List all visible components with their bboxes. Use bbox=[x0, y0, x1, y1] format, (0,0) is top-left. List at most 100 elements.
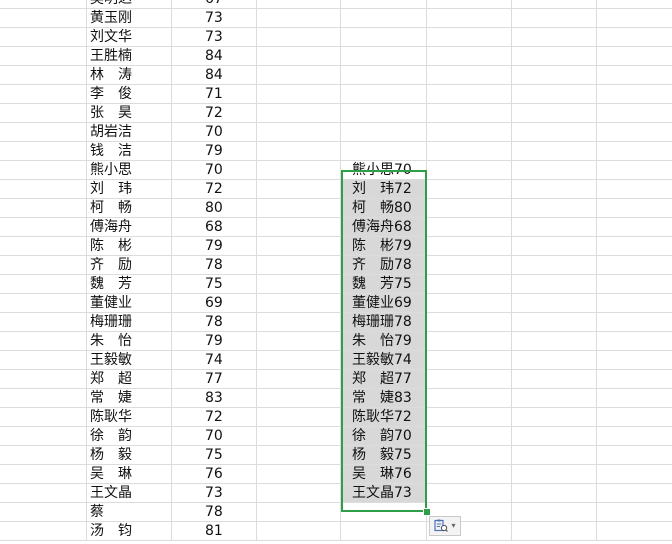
empty-cell[interactable] bbox=[257, 161, 341, 180]
score-cell[interactable]: 76 bbox=[172, 465, 257, 484]
empty-cell[interactable] bbox=[257, 427, 341, 446]
score-cell[interactable]: 74 bbox=[172, 351, 257, 370]
name-cell[interactable]: 董健业 bbox=[87, 294, 172, 313]
empty-cell[interactable] bbox=[257, 408, 341, 427]
score-cell[interactable]: 71 bbox=[172, 85, 257, 104]
name-cell[interactable]: 徐 韵 bbox=[87, 427, 172, 446]
score-cell[interactable]: 84 bbox=[172, 66, 257, 85]
empty-cell[interactable] bbox=[0, 28, 87, 47]
name-cell[interactable]: 黄玉刚 bbox=[87, 9, 172, 28]
empty-cell[interactable] bbox=[512, 161, 597, 180]
pasted-cell[interactable]: 柯 畅80 bbox=[341, 199, 427, 218]
pasted-cell[interactable] bbox=[341, 522, 427, 541]
empty-cell[interactable] bbox=[512, 142, 597, 161]
empty-cell[interactable] bbox=[427, 465, 512, 484]
empty-cell[interactable] bbox=[0, 85, 87, 104]
empty-cell[interactable] bbox=[257, 28, 341, 47]
empty-cell[interactable] bbox=[597, 408, 672, 427]
name-cell[interactable]: 郑 超 bbox=[87, 370, 172, 389]
name-cell[interactable]: 汤 钧 bbox=[87, 522, 172, 541]
empty-cell[interactable] bbox=[427, 47, 512, 66]
pasted-cell[interactable]: 魏 芳75 bbox=[341, 275, 427, 294]
empty-cell[interactable] bbox=[597, 522, 672, 541]
score-cell[interactable]: 79 bbox=[172, 237, 257, 256]
empty-cell[interactable] bbox=[512, 123, 597, 142]
empty-cell[interactable] bbox=[427, 275, 512, 294]
empty-cell[interactable] bbox=[512, 408, 597, 427]
empty-cell[interactable] bbox=[512, 66, 597, 85]
score-cell[interactable]: 72 bbox=[172, 408, 257, 427]
empty-cell[interactable] bbox=[0, 237, 87, 256]
empty-cell[interactable] bbox=[512, 85, 597, 104]
empty-cell[interactable] bbox=[597, 351, 672, 370]
empty-cell[interactable] bbox=[597, 66, 672, 85]
empty-cell[interactable] bbox=[257, 446, 341, 465]
empty-cell[interactable] bbox=[597, 0, 672, 9]
empty-cell[interactable] bbox=[597, 218, 672, 237]
empty-cell[interactable] bbox=[0, 142, 87, 161]
empty-cell[interactable] bbox=[512, 370, 597, 389]
pasted-cell[interactable] bbox=[341, 142, 427, 161]
name-cell[interactable]: 张 昊 bbox=[87, 104, 172, 123]
empty-cell[interactable] bbox=[597, 28, 672, 47]
empty-cell[interactable] bbox=[0, 465, 87, 484]
empty-cell[interactable] bbox=[257, 180, 341, 199]
pasted-cell[interactable]: 陈耿华72 bbox=[341, 408, 427, 427]
score-cell[interactable]: 83 bbox=[172, 389, 257, 408]
empty-cell[interactable] bbox=[597, 180, 672, 199]
empty-cell[interactable] bbox=[427, 66, 512, 85]
empty-cell[interactable] bbox=[0, 66, 87, 85]
name-cell[interactable]: 魏 芳 bbox=[87, 275, 172, 294]
pasted-cell[interactable] bbox=[341, 66, 427, 85]
empty-cell[interactable] bbox=[597, 313, 672, 332]
score-cell[interactable]: 73 bbox=[172, 9, 257, 28]
paste-options-button[interactable]: ▾ bbox=[429, 516, 461, 536]
empty-cell[interactable] bbox=[597, 47, 672, 66]
name-cell[interactable]: 常 婕 bbox=[87, 389, 172, 408]
score-cell[interactable]: 79 bbox=[172, 142, 257, 161]
pasted-cell[interactable] bbox=[341, 503, 427, 522]
name-cell[interactable]: 梅珊珊 bbox=[87, 313, 172, 332]
empty-cell[interactable] bbox=[427, 218, 512, 237]
empty-cell[interactable] bbox=[257, 389, 341, 408]
empty-cell[interactable] bbox=[597, 104, 672, 123]
empty-cell[interactable] bbox=[512, 199, 597, 218]
empty-cell[interactable] bbox=[597, 123, 672, 142]
empty-cell[interactable] bbox=[257, 313, 341, 332]
empty-cell[interactable] bbox=[0, 199, 87, 218]
empty-cell[interactable] bbox=[597, 275, 672, 294]
name-cell[interactable]: 李 俊 bbox=[87, 85, 172, 104]
empty-cell[interactable] bbox=[597, 256, 672, 275]
empty-cell[interactable] bbox=[512, 294, 597, 313]
score-cell[interactable]: 80 bbox=[172, 199, 257, 218]
name-cell[interactable]: 柯 畅 bbox=[87, 199, 172, 218]
pasted-cell[interactable]: 傅海舟68 bbox=[341, 218, 427, 237]
pasted-cell[interactable]: 王毅敏74 bbox=[341, 351, 427, 370]
spreadsheet-grid[interactable]: 吴明达67黄玉刚73刘文华73王胜楠84林 涛84李 俊71张 昊72胡岩洁70… bbox=[0, 0, 672, 544]
score-cell[interactable]: 79 bbox=[172, 332, 257, 351]
empty-cell[interactable] bbox=[427, 0, 512, 9]
empty-cell[interactable] bbox=[512, 465, 597, 484]
empty-cell[interactable] bbox=[597, 389, 672, 408]
score-cell[interactable]: 84 bbox=[172, 47, 257, 66]
empty-cell[interactable] bbox=[0, 218, 87, 237]
empty-cell[interactable] bbox=[597, 484, 672, 503]
score-cell[interactable]: 72 bbox=[172, 104, 257, 123]
name-cell[interactable]: 王毅敏 bbox=[87, 351, 172, 370]
pasted-cell[interactable]: 杨 毅75 bbox=[341, 446, 427, 465]
empty-cell[interactable] bbox=[427, 313, 512, 332]
empty-cell[interactable] bbox=[257, 0, 341, 9]
pasted-cell[interactable]: 吴 琳76 bbox=[341, 465, 427, 484]
empty-cell[interactable] bbox=[0, 256, 87, 275]
empty-cell[interactable] bbox=[0, 503, 87, 522]
name-cell[interactable]: 朱 怡 bbox=[87, 332, 172, 351]
empty-cell[interactable] bbox=[257, 522, 341, 541]
empty-cell[interactable] bbox=[0, 408, 87, 427]
score-cell[interactable]: 73 bbox=[172, 28, 257, 47]
score-cell[interactable]: 81 bbox=[172, 522, 257, 541]
empty-cell[interactable] bbox=[427, 123, 512, 142]
empty-cell[interactable] bbox=[257, 484, 341, 503]
empty-cell[interactable] bbox=[257, 85, 341, 104]
empty-cell[interactable] bbox=[257, 123, 341, 142]
empty-cell[interactable] bbox=[427, 370, 512, 389]
